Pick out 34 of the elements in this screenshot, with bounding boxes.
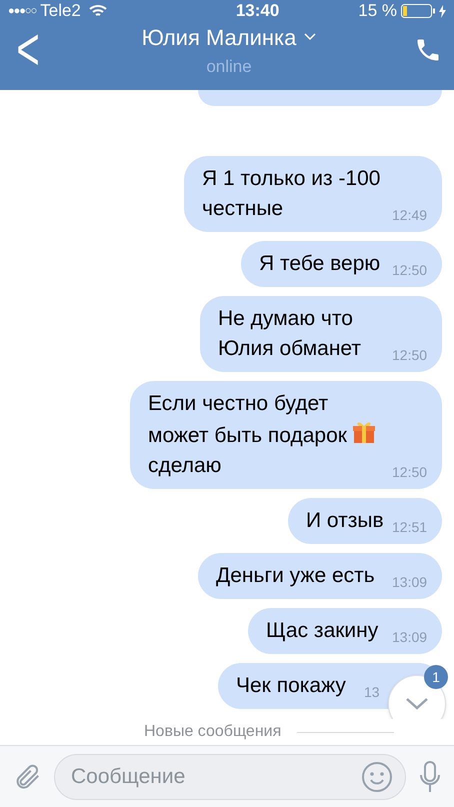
microphone-icon[interactable] bbox=[418, 760, 442, 794]
message-input-field[interactable]: Сообщение bbox=[71, 760, 361, 792]
smiley-icon[interactable] bbox=[361, 760, 393, 792]
message-time: 12:51 bbox=[392, 518, 428, 537]
message-time: 12:50 bbox=[392, 261, 428, 280]
message-text: Чек покажу bbox=[236, 673, 347, 699]
battery-icon bbox=[400, 4, 437, 18]
contact-name[interactable]: Юлия Малинка bbox=[142, 20, 296, 54]
wifi-icon bbox=[88, 4, 107, 18]
message-time: 13:09 bbox=[392, 573, 428, 592]
message-time: 12:50 bbox=[392, 463, 428, 482]
message-time: 13:09 bbox=[392, 628, 428, 647]
message-text: Деньги уже есть bbox=[216, 563, 376, 589]
message-text: И отзыв bbox=[306, 508, 384, 534]
battery-percent: 15 % bbox=[358, 0, 397, 22]
message-text: Если честно будет может быть подарок сделаю bbox=[148, 389, 384, 481]
clock: 13:40 bbox=[234, 0, 280, 22]
message-time: 12:49 bbox=[392, 206, 428, 225]
message-time: 12:50 bbox=[392, 346, 428, 365]
signal-strength: ●●●○○ bbox=[8, 4, 36, 19]
message-text: Я тебе верю bbox=[259, 251, 382, 277]
message-text: Не думаю что Юлия обманет bbox=[218, 306, 362, 362]
charging-icon bbox=[438, 4, 446, 18]
unread-badge: 1 bbox=[424, 665, 448, 689]
message-text: Щас закину bbox=[266, 618, 380, 644]
back-button[interactable]: < bbox=[12, 20, 44, 80]
chevron-down-icon bbox=[406, 698, 428, 710]
online-status: online bbox=[206, 56, 252, 78]
message-text: Я 1 только из -100 честные bbox=[202, 166, 382, 222]
carrier-name: Tele2 bbox=[40, 0, 81, 22]
chevron-down-icon[interactable] bbox=[304, 33, 316, 42]
message-input-box[interactable]: Сообщение bbox=[54, 754, 406, 800]
new-messages-divider: Новые сообщения bbox=[144, 722, 282, 742]
message-time: 13 bbox=[364, 683, 381, 702]
